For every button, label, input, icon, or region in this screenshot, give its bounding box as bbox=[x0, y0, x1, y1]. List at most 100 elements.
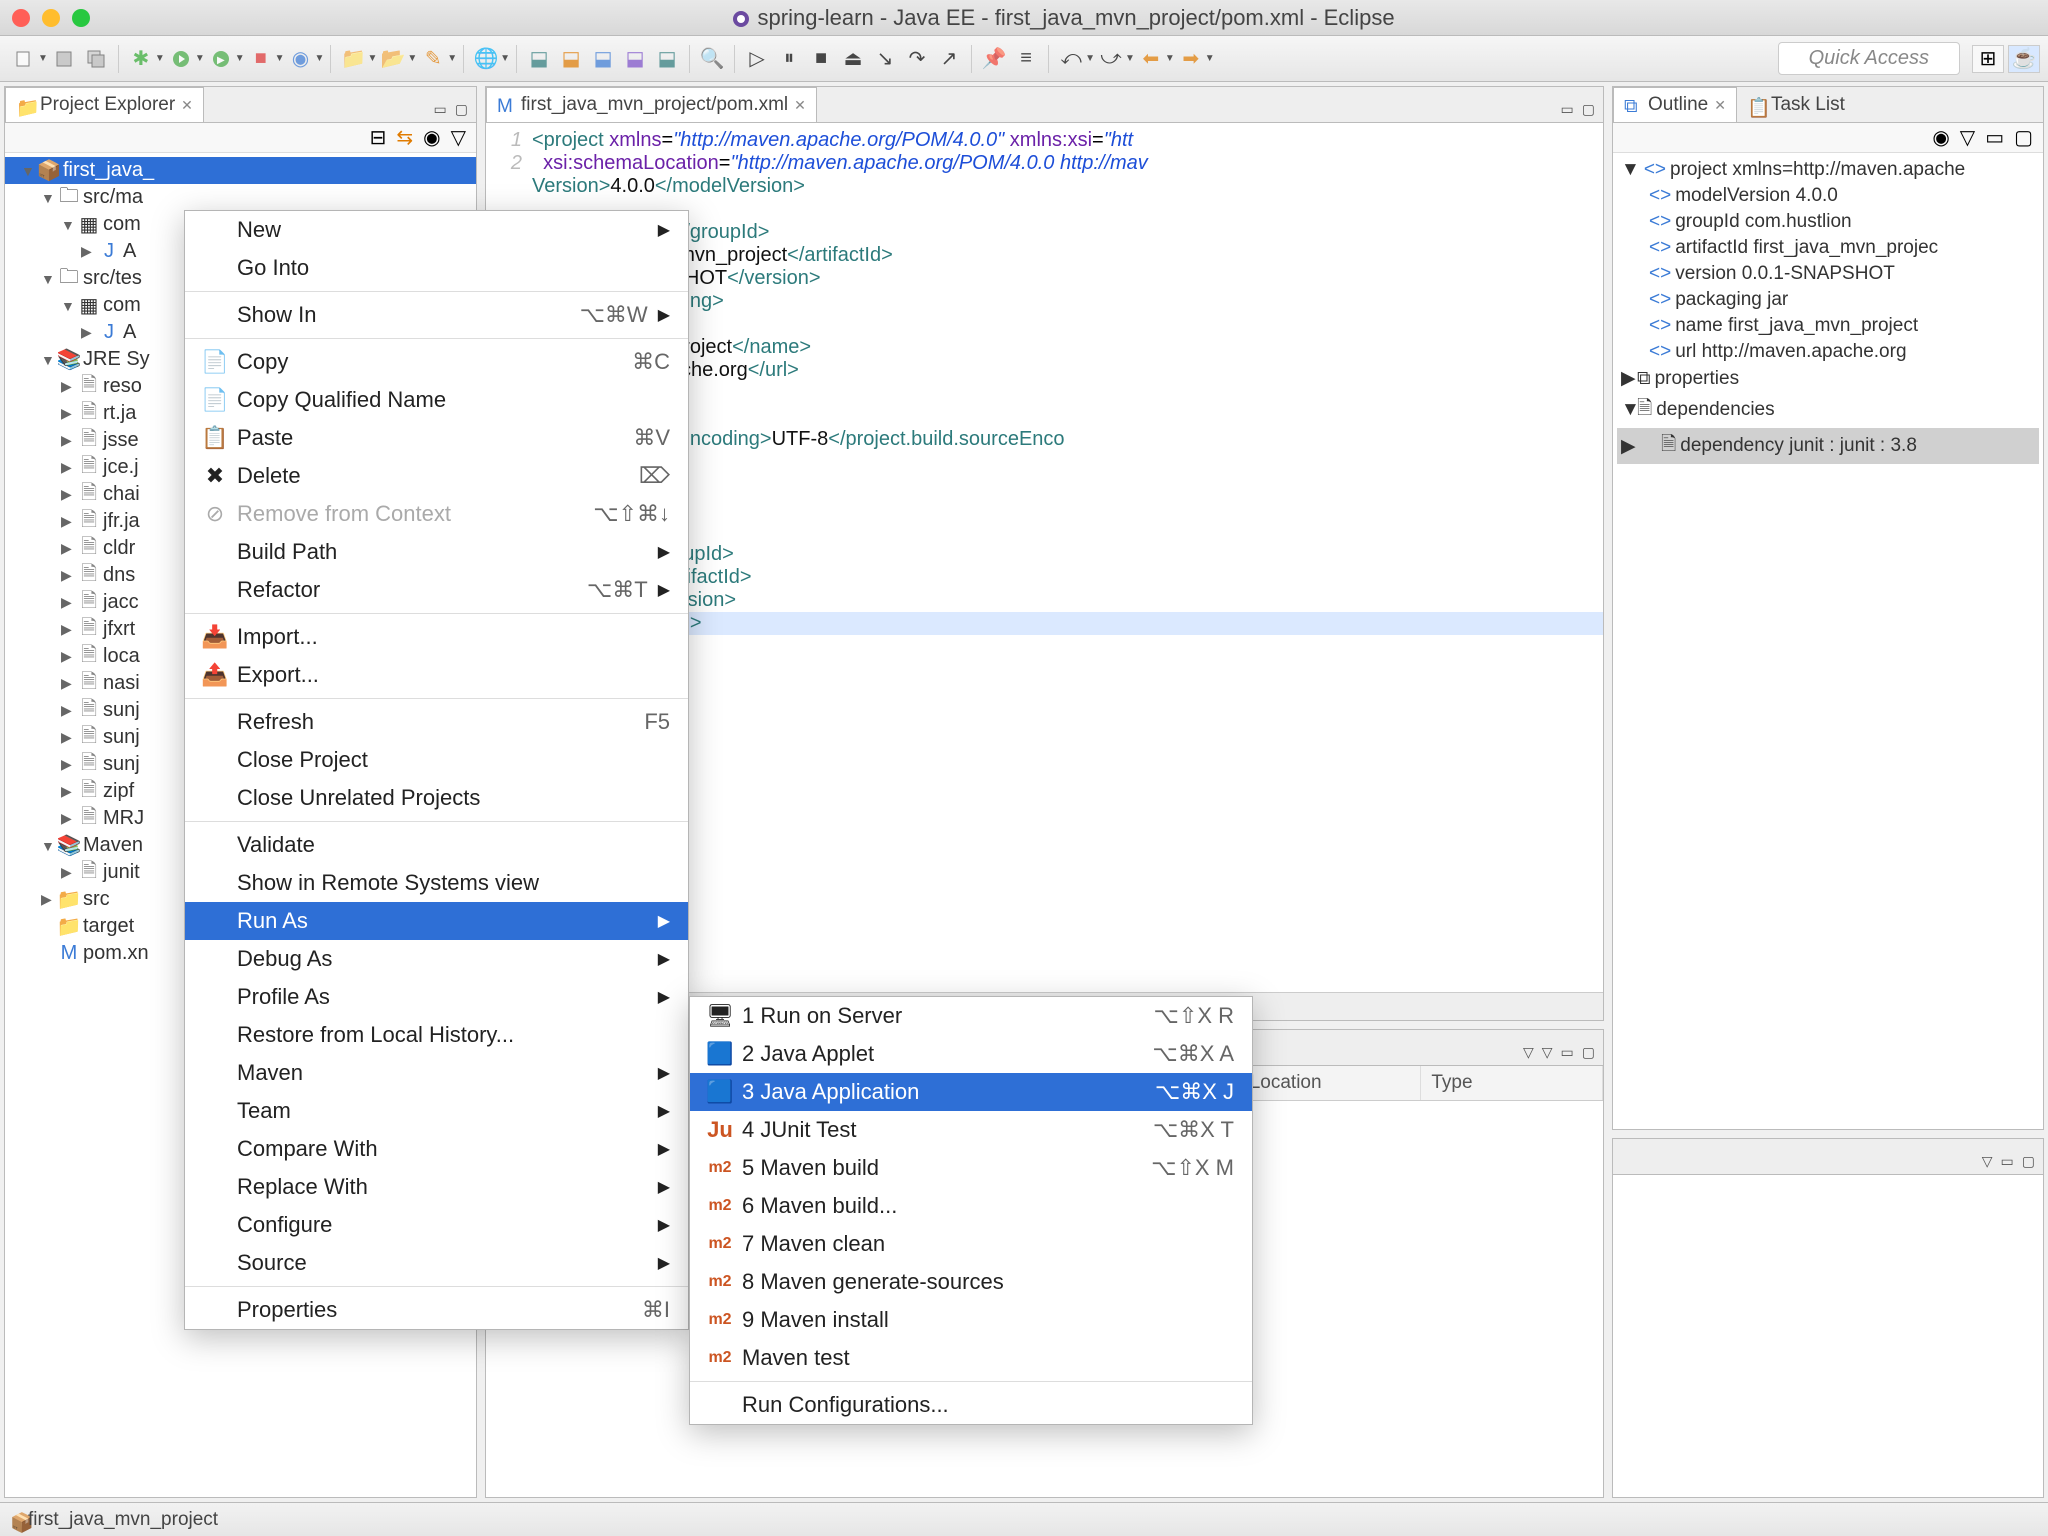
menu-item[interactable]: 📋Paste⌘V bbox=[185, 419, 688, 457]
menu-item[interactable]: Profile As▶ bbox=[185, 978, 688, 1016]
minimize-icon[interactable]: ▭ bbox=[2001, 1153, 2014, 1170]
zoom-out-icon[interactable]: 🔍 bbox=[698, 45, 726, 73]
terminate-icon[interactable]: ■ bbox=[807, 45, 835, 73]
menu-item[interactable]: Run As▶ bbox=[185, 902, 688, 940]
jpa-diagram-icon[interactable]: ⬓ bbox=[557, 45, 585, 73]
coverage-icon[interactable]: ◉ bbox=[287, 45, 315, 73]
collapse-all-icon[interactable]: ⊟ bbox=[370, 125, 387, 150]
view-menu-icon[interactable]: ▽ bbox=[1542, 1044, 1553, 1061]
col-type[interactable]: Type bbox=[1421, 1066, 1603, 1100]
close-icon[interactable]: ✕ bbox=[794, 97, 806, 114]
filter-icon[interactable]: ≡ bbox=[1012, 45, 1040, 73]
save-icon[interactable] bbox=[50, 45, 78, 73]
menu-item[interactable]: Show In⌥⌘W▶ bbox=[185, 296, 688, 334]
run-icon[interactable] bbox=[167, 45, 195, 73]
step-over-icon[interactable]: ↷ bbox=[903, 45, 931, 73]
menu-item[interactable]: Show in Remote Systems view bbox=[185, 864, 688, 902]
menu-item[interactable]: 🟦3 Java Application⌥⌘X J bbox=[690, 1073, 1252, 1111]
stop-server-icon[interactable]: ■ bbox=[247, 45, 275, 73]
context-submenu-run-as[interactable]: 🖥1 Run on Server⌥⇧X R🟦2 Java Applet⌥⌘X A… bbox=[689, 996, 1253, 1425]
prev-edit-icon[interactable]: ⤺ bbox=[1057, 45, 1085, 73]
view-menu-icon[interactable]: ▽ bbox=[1982, 1153, 1993, 1170]
next-edit-icon[interactable]: ⤻ bbox=[1097, 45, 1125, 73]
menu-item[interactable]: 📄Copy⌘C bbox=[185, 343, 688, 381]
maximize-icon[interactable]: ▢ bbox=[1582, 101, 1595, 118]
menu-item[interactable]: 🖥1 Run on Server⌥⇧X R bbox=[690, 997, 1252, 1035]
maximize-icon[interactable]: ▢ bbox=[1582, 1044, 1595, 1061]
web-browser-icon[interactable]: 🌐 bbox=[472, 45, 500, 73]
open-perspective-icon[interactable]: ⊞ bbox=[1972, 45, 2004, 73]
col-location[interactable]: Location bbox=[1240, 1066, 1422, 1100]
menu-item[interactable]: Replace With▶ bbox=[185, 1168, 688, 1206]
context-menu-project[interactable]: New▶Go Into Show In⌥⌘W▶ 📄Copy⌘C📄Copy Quali… bbox=[184, 210, 689, 1330]
menu-item[interactable]: 📄Copy Qualified Name bbox=[185, 381, 688, 419]
java-ee-perspective-icon[interactable]: ☕ bbox=[2008, 45, 2040, 73]
link-icon[interactable]: ▽ bbox=[1960, 125, 1975, 150]
filter-icon[interactable]: ▽ bbox=[1523, 1044, 1534, 1061]
build-icon[interactable]: ✎ bbox=[419, 45, 447, 73]
menu-item[interactable]: Go Into bbox=[185, 249, 688, 287]
menu-item[interactable]: Debug As▶ bbox=[185, 940, 688, 978]
step-return-icon[interactable]: ↗ bbox=[935, 45, 963, 73]
minimize-icon[interactable]: ▭ bbox=[1985, 125, 2004, 150]
menu-item[interactable]: Close Unrelated Projects bbox=[185, 779, 688, 817]
menu-item[interactable]: New▶ bbox=[185, 211, 688, 249]
schema-icon[interactable]: ⬓ bbox=[653, 45, 681, 73]
zoom-window-icon[interactable] bbox=[72, 9, 90, 27]
menu-item[interactable]: Maven▶ bbox=[185, 1054, 688, 1092]
open-folder-icon[interactable]: 📂 bbox=[379, 45, 407, 73]
menu-item[interactable]: m2Maven test bbox=[690, 1339, 1252, 1377]
maximize-icon[interactable]: ▢ bbox=[2022, 1153, 2035, 1170]
step-into-icon[interactable]: ↘ bbox=[871, 45, 899, 73]
menu-item[interactable]: m27 Maven clean bbox=[690, 1225, 1252, 1263]
xml-icon[interactable]: ⬓ bbox=[621, 45, 649, 73]
new-icon[interactable] bbox=[10, 45, 38, 73]
view-menu-icon[interactable]: ▽ bbox=[451, 125, 466, 150]
run-last-icon[interactable]: ▶ bbox=[207, 45, 235, 73]
menu-item[interactable]: Properties⌘I bbox=[185, 1291, 688, 1329]
minimize-icon[interactable]: ▭ bbox=[434, 101, 447, 118]
outline-tab[interactable]: ⧉ Outline ✕ bbox=[1613, 87, 1737, 122]
menu-item[interactable]: m26 Maven build... bbox=[690, 1187, 1252, 1225]
menu-item[interactable]: Validate bbox=[185, 826, 688, 864]
menu-item[interactable]: 🟦2 Java Applet⌥⌘X A bbox=[690, 1035, 1252, 1073]
debug-icon[interactable]: ✱ bbox=[127, 45, 155, 73]
disconnect-icon[interactable]: ⏏ bbox=[839, 45, 867, 73]
menu-item[interactable]: Restore from Local History... bbox=[185, 1016, 688, 1054]
menu-item[interactable]: ✖Delete⌦ bbox=[185, 457, 688, 495]
menu-item[interactable]: m28 Maven generate-sources bbox=[690, 1263, 1252, 1301]
menu-item[interactable]: Team▶ bbox=[185, 1092, 688, 1130]
minimize-icon[interactable]: ▭ bbox=[1561, 1044, 1574, 1061]
project-explorer-tab[interactable]: 📁 Project Explorer ✕ bbox=[5, 87, 204, 122]
pin-icon[interactable]: 📌 bbox=[980, 45, 1008, 73]
save-all-icon[interactable] bbox=[82, 45, 110, 73]
menu-item[interactable]: 📥Import... bbox=[185, 618, 688, 656]
close-window-icon[interactable] bbox=[12, 9, 30, 27]
menu-item[interactable]: RefreshF5 bbox=[185, 703, 688, 741]
close-icon[interactable]: ✕ bbox=[1714, 97, 1726, 114]
focus-icon[interactable]: ◉ bbox=[1932, 125, 1949, 150]
menu-item[interactable]: Build Path▶ bbox=[185, 533, 688, 571]
resume-icon[interactable]: ▷ bbox=[743, 45, 771, 73]
new-project-icon[interactable]: 📁 bbox=[339, 45, 367, 73]
menu-item[interactable]: m29 Maven install bbox=[690, 1301, 1252, 1339]
menu-item[interactable]: 📤Export... bbox=[185, 656, 688, 694]
menu-item[interactable]: Configure▶ bbox=[185, 1206, 688, 1244]
close-icon[interactable]: ✕ bbox=[181, 97, 193, 114]
task-list-tab[interactable]: 📋 Task List bbox=[1737, 88, 1855, 122]
forward-icon[interactable]: ➡ bbox=[1177, 45, 1205, 73]
ejb-icon[interactable]: ⬓ bbox=[589, 45, 617, 73]
editor-tab[interactable]: M first_java_mvn_project/pom.xml ✕ bbox=[486, 87, 817, 122]
menu-item[interactable]: m25 Maven build⌥⇧X M bbox=[690, 1149, 1252, 1187]
menu-item[interactable]: Ju4 JUnit Test⌥⌘X T bbox=[690, 1111, 1252, 1149]
menu-item[interactable]: Refactor⌥⌘T▶ bbox=[185, 571, 688, 609]
maximize-icon[interactable]: ▢ bbox=[455, 101, 468, 118]
quick-access-input[interactable]: Quick Access bbox=[1778, 42, 1960, 75]
suspend-icon[interactable]: ⏸ bbox=[775, 45, 803, 73]
focus-task-icon[interactable]: ◉ bbox=[423, 125, 440, 150]
menu-item[interactable]: Compare With▶ bbox=[185, 1130, 688, 1168]
back-icon[interactable]: ⬅ bbox=[1137, 45, 1165, 73]
jpa-icon[interactable]: ⬓ bbox=[525, 45, 553, 73]
outline-tree[interactable]: ▼<>project xmlns=http://maven.apache <>m… bbox=[1613, 153, 2043, 468]
menu-item[interactable]: Close Project bbox=[185, 741, 688, 779]
